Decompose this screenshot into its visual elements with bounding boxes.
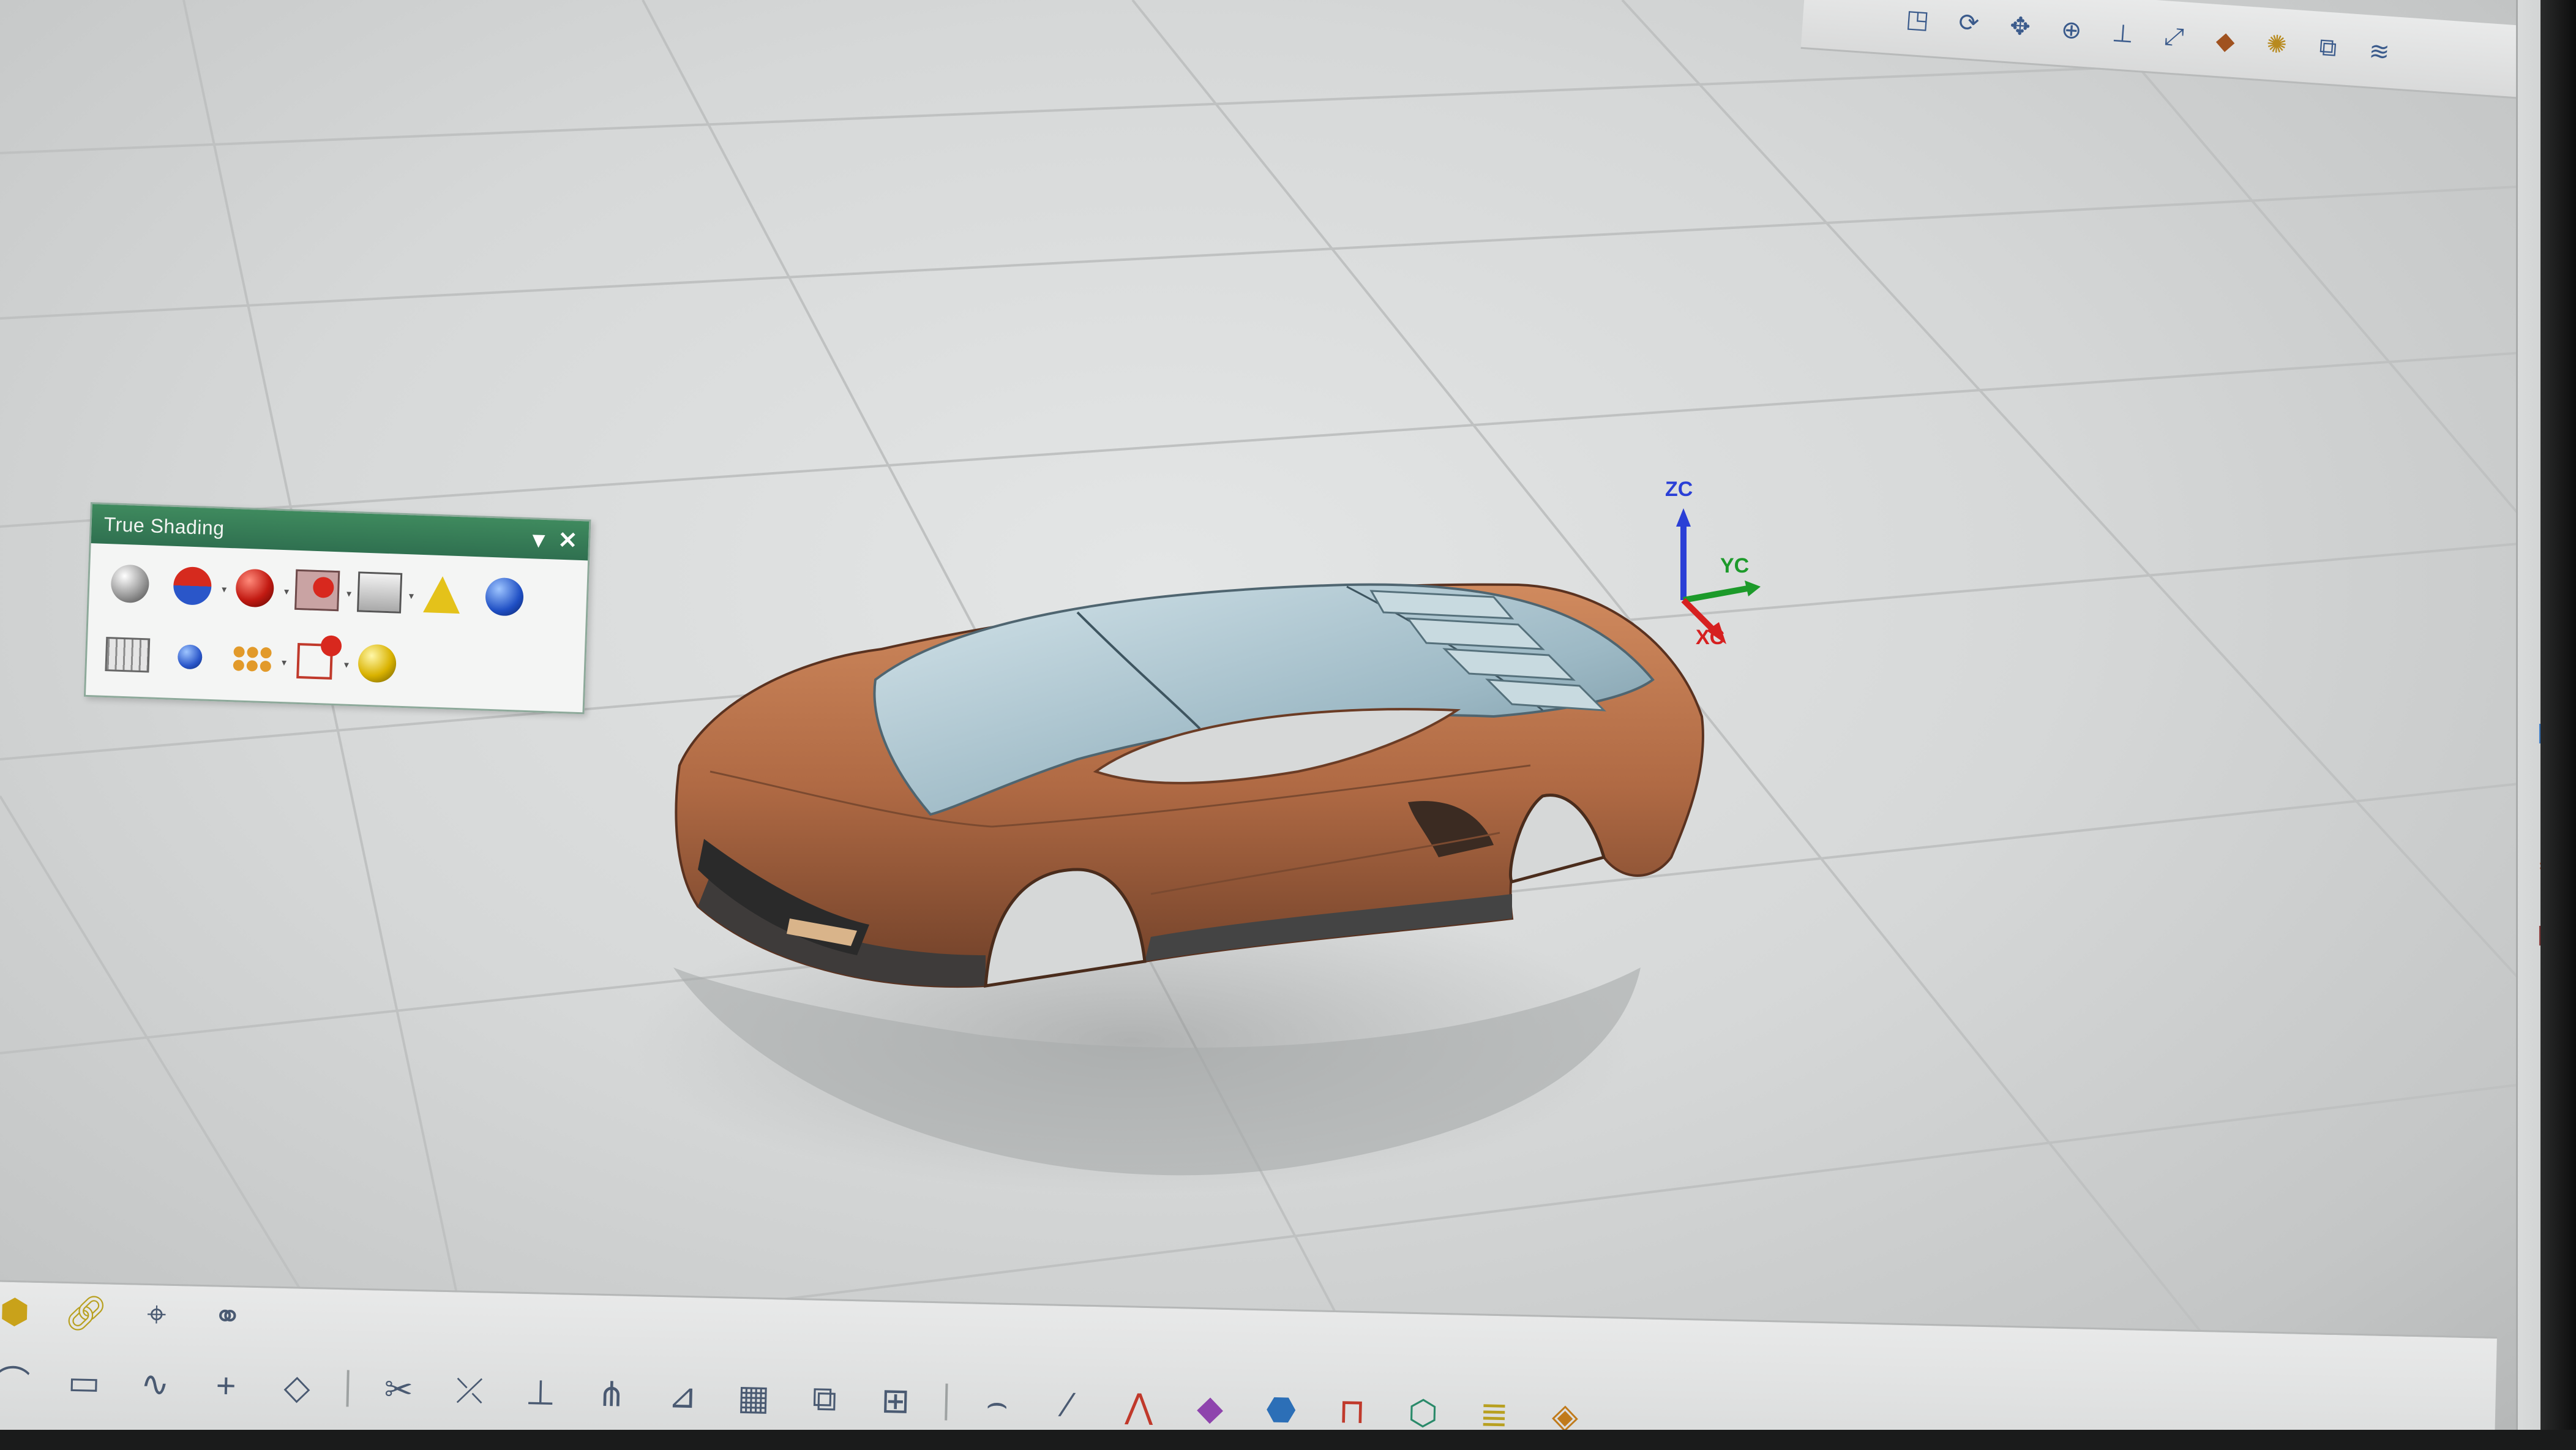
axis-y-label: YC <box>1720 554 1750 577</box>
car-model[interactable] <box>0 0 2576 1450</box>
light-icon[interactable] <box>414 563 470 626</box>
blue-sphere-icon[interactable] <box>476 565 532 628</box>
rectangle-icon[interactable]: ▭ <box>62 1361 106 1403</box>
red-sphere-icon[interactable]: ▾ <box>227 557 289 620</box>
palette-title: True Shading <box>103 513 225 539</box>
offset-icon[interactable]: ⊥ <box>519 1372 562 1413</box>
surface-icon[interactable]: ◆ <box>1188 1387 1232 1429</box>
background-icon[interactable]: ▾ <box>351 561 414 624</box>
table-icon[interactable]: ▦ <box>732 1377 775 1418</box>
palette-close-icon[interactable]: ✕ <box>558 526 578 554</box>
feature-icon[interactable]: ⬢ <box>0 1291 37 1332</box>
texture-icon[interactable]: ▾ <box>289 559 351 622</box>
shell-icon[interactable]: ⊓ <box>1330 1390 1374 1432</box>
figure-icon[interactable] <box>162 625 218 688</box>
curve-icon[interactable]: ⌢ <box>975 1382 1019 1424</box>
bridge-icon[interactable]: ⋀ <box>1117 1385 1161 1427</box>
cube-sphere-icon[interactable]: ▾ <box>286 629 349 693</box>
wcs-triad[interactable]: ZC YC XC <box>1641 478 1763 655</box>
palette-menu-icon[interactable]: ▾ <box>533 525 545 554</box>
sweep-icon[interactable]: ⬣ <box>1259 1389 1303 1430</box>
point-icon[interactable]: + <box>204 1365 247 1406</box>
sketch-icon[interactable]: 🔗︎ <box>64 1292 108 1334</box>
view-icon[interactable]: ◳ <box>1900 2 1936 37</box>
toolbar-separator <box>945 1383 948 1421</box>
zoom-icon[interactable]: ⊕ <box>2054 12 2089 48</box>
spline-icon[interactable]: ∿ <box>133 1363 176 1405</box>
analysis-icon[interactable]: ≣ <box>1472 1394 1516 1435</box>
grid-plane-icon[interactable] <box>100 623 155 686</box>
assembly-icon[interactable]: ⚭ <box>206 1296 249 1337</box>
monitor-bezel-bottom <box>0 1430 2576 1450</box>
monitor-bezel <box>2540 0 2576 1450</box>
globe-icon[interactable] <box>349 632 405 695</box>
graphics-window[interactable]: ZC YC XC ◳ ⟳ ✥ ⊕ ⊥ ⤢ ◆ ✺ ⧉ ≋ True Shadin… <box>0 0 2576 1450</box>
pan-icon[interactable]: ✥ <box>2002 9 2038 44</box>
fit-icon[interactable]: ⤢ <box>2157 20 2192 55</box>
toolbar-separator <box>346 1369 350 1407</box>
axis-x-label: XC <box>1696 626 1725 649</box>
line-icon[interactable]: ⁄ <box>1046 1384 1090 1425</box>
axis-z-label: ZC <box>1665 478 1693 501</box>
join-icon[interactable]: ⊞ <box>874 1380 917 1421</box>
cluster-icon[interactable]: ▾ <box>224 628 286 691</box>
trim-icon[interactable]: ✂ <box>376 1369 420 1410</box>
true-shading-toolbar[interactable]: True Shading ▾ ✕ ▾ ▾ ▾ ▾ ▾ ▾ <box>83 502 591 715</box>
wcs-icon[interactable]: ⊥ <box>2105 16 2141 51</box>
project-icon[interactable]: ⊿ <box>661 1375 704 1417</box>
shaded-sphere-icon[interactable] <box>102 552 158 615</box>
pattern-icon[interactable]: ⧉ <box>803 1378 847 1420</box>
mirror-icon[interactable]: ⋔ <box>590 1373 633 1415</box>
dimension-icon[interactable]: ⌖ <box>135 1293 179 1335</box>
render-icon[interactable]: ◆ <box>2207 23 2243 59</box>
extend-icon[interactable]: ⤫ <box>447 1370 492 1412</box>
rotate-icon[interactable]: ⟳ <box>1951 5 1986 40</box>
arc-icon[interactable]: ⌒ <box>0 1355 35 1406</box>
red-blue-sphere-icon[interactable]: ▾ <box>165 554 227 617</box>
plane-icon[interactable]: ◇ <box>275 1366 318 1408</box>
spring-icon[interactable]: ≋ <box>2362 34 2397 69</box>
draft-icon[interactable]: ⬡ <box>1401 1392 1445 1433</box>
style-icon[interactable]: ⧉ <box>2310 30 2346 66</box>
light-icon[interactable]: ✺ <box>2259 27 2294 62</box>
